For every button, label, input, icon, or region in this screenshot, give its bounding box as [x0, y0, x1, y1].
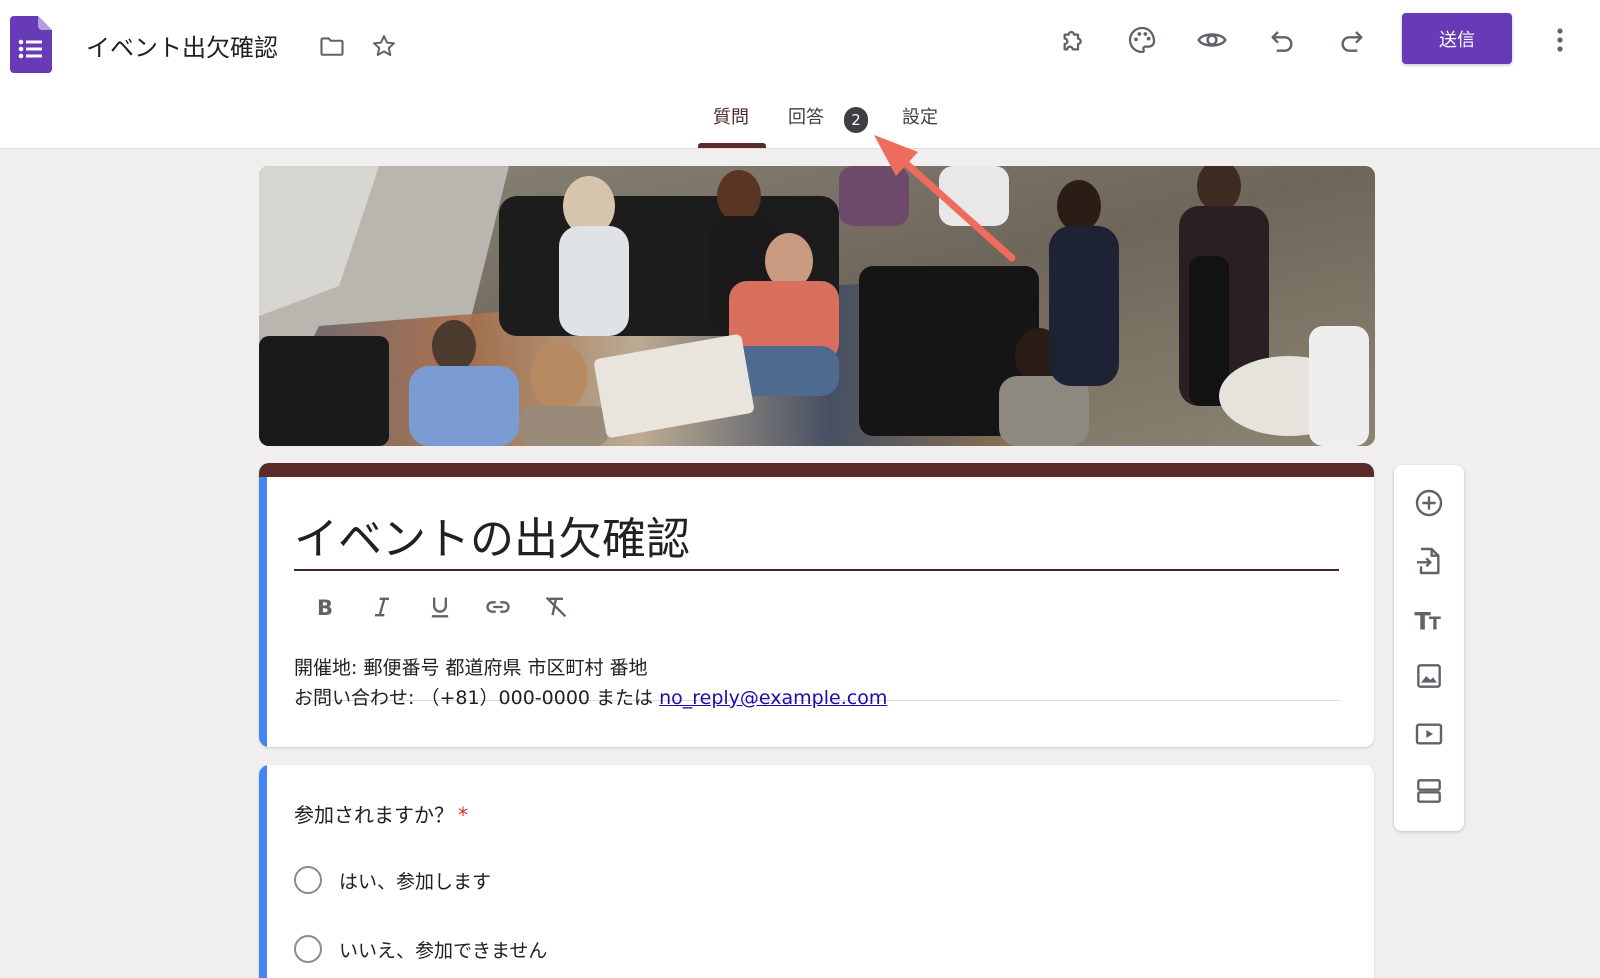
send-button[interactable]: 送信 [1402, 13, 1512, 64]
add-question-icon[interactable] [1409, 483, 1449, 523]
italic-icon[interactable] [362, 587, 402, 627]
radio-option-yes[interactable]: はい、参加します [294, 864, 491, 896]
add-image-icon[interactable] [1409, 656, 1449, 696]
more-vertical-icon[interactable] [1542, 20, 1578, 60]
clear-format-icon[interactable] [536, 587, 576, 627]
radio-option-no[interactable]: いいえ、参加できません [294, 933, 547, 965]
google-forms-icon[interactable] [10, 16, 52, 73]
responses-count-badge: 2 [844, 107, 868, 133]
option-label: いいえ、参加できません [339, 939, 548, 962]
active-tab-indicator [698, 143, 766, 148]
description-contact: お問い合わせ: （+81）000-0000 または no_reply@examp… [294, 687, 888, 709]
svg-text:B: B [317, 596, 333, 620]
form-description[interactable]: 開催地: 郵便番号 都道府県 市区町村 番地 お問い合わせ: （+81）000-… [294, 653, 1339, 709]
import-questions-icon[interactable] [1409, 541, 1449, 581]
redo-icon[interactable] [1332, 20, 1372, 60]
palette-icon[interactable] [1122, 20, 1162, 60]
add-video-icon[interactable] [1409, 714, 1449, 754]
contact-email-link[interactable]: no_reply@example.com [659, 687, 887, 709]
tab-responses[interactable]: 回答 [788, 103, 824, 149]
addon-puzzle-icon[interactable] [1054, 20, 1094, 60]
floating-side-toolbar: TT [1394, 465, 1464, 831]
add-section-icon[interactable] [1409, 771, 1449, 811]
link-icon[interactable] [478, 587, 518, 627]
header-banner-image [259, 166, 1375, 446]
required-asterisk: * [458, 803, 468, 827]
top-header: イベント出欠確認 送信 質問 回答 設定 [0, 0, 1600, 149]
move-to-folder-icon[interactable] [316, 30, 348, 62]
preview-eye-icon[interactable] [1192, 20, 1232, 60]
document-title[interactable]: イベント出欠確認 [86, 28, 278, 63]
description-location: 開催地: 郵便番号 都道府県 市区町村 番地 [294, 657, 648, 679]
svg-text:T: T [1429, 615, 1441, 635]
underline-icon[interactable] [420, 587, 460, 627]
selected-card-indicator [259, 477, 267, 747]
undo-icon[interactable] [1262, 20, 1302, 60]
form-header-card: イベントの出欠確認 B 開催地: 郵便番号 都道府県 市区町村 番地 お問い合わ… [259, 463, 1374, 747]
star-icon[interactable] [368, 30, 400, 62]
option-label: はい、参加します [339, 870, 492, 893]
tab-settings[interactable]: 設定 [902, 103, 938, 149]
radio-button[interactable] [294, 866, 322, 894]
form-title-input[interactable]: イベントの出欠確認 [294, 503, 1339, 571]
question-card[interactable]: 参加されますか？ * はい、参加します いいえ、参加できません [259, 765, 1374, 978]
card-left-indicator [259, 765, 267, 978]
radio-button[interactable] [294, 935, 322, 963]
theme-color-bar [259, 463, 1374, 477]
question-title: 参加されますか？ * [294, 803, 468, 827]
add-title-icon[interactable]: TT [1409, 599, 1449, 639]
form-tabs: 質問 回答 設定 [0, 103, 1600, 149]
bold-icon[interactable]: B [304, 587, 344, 627]
